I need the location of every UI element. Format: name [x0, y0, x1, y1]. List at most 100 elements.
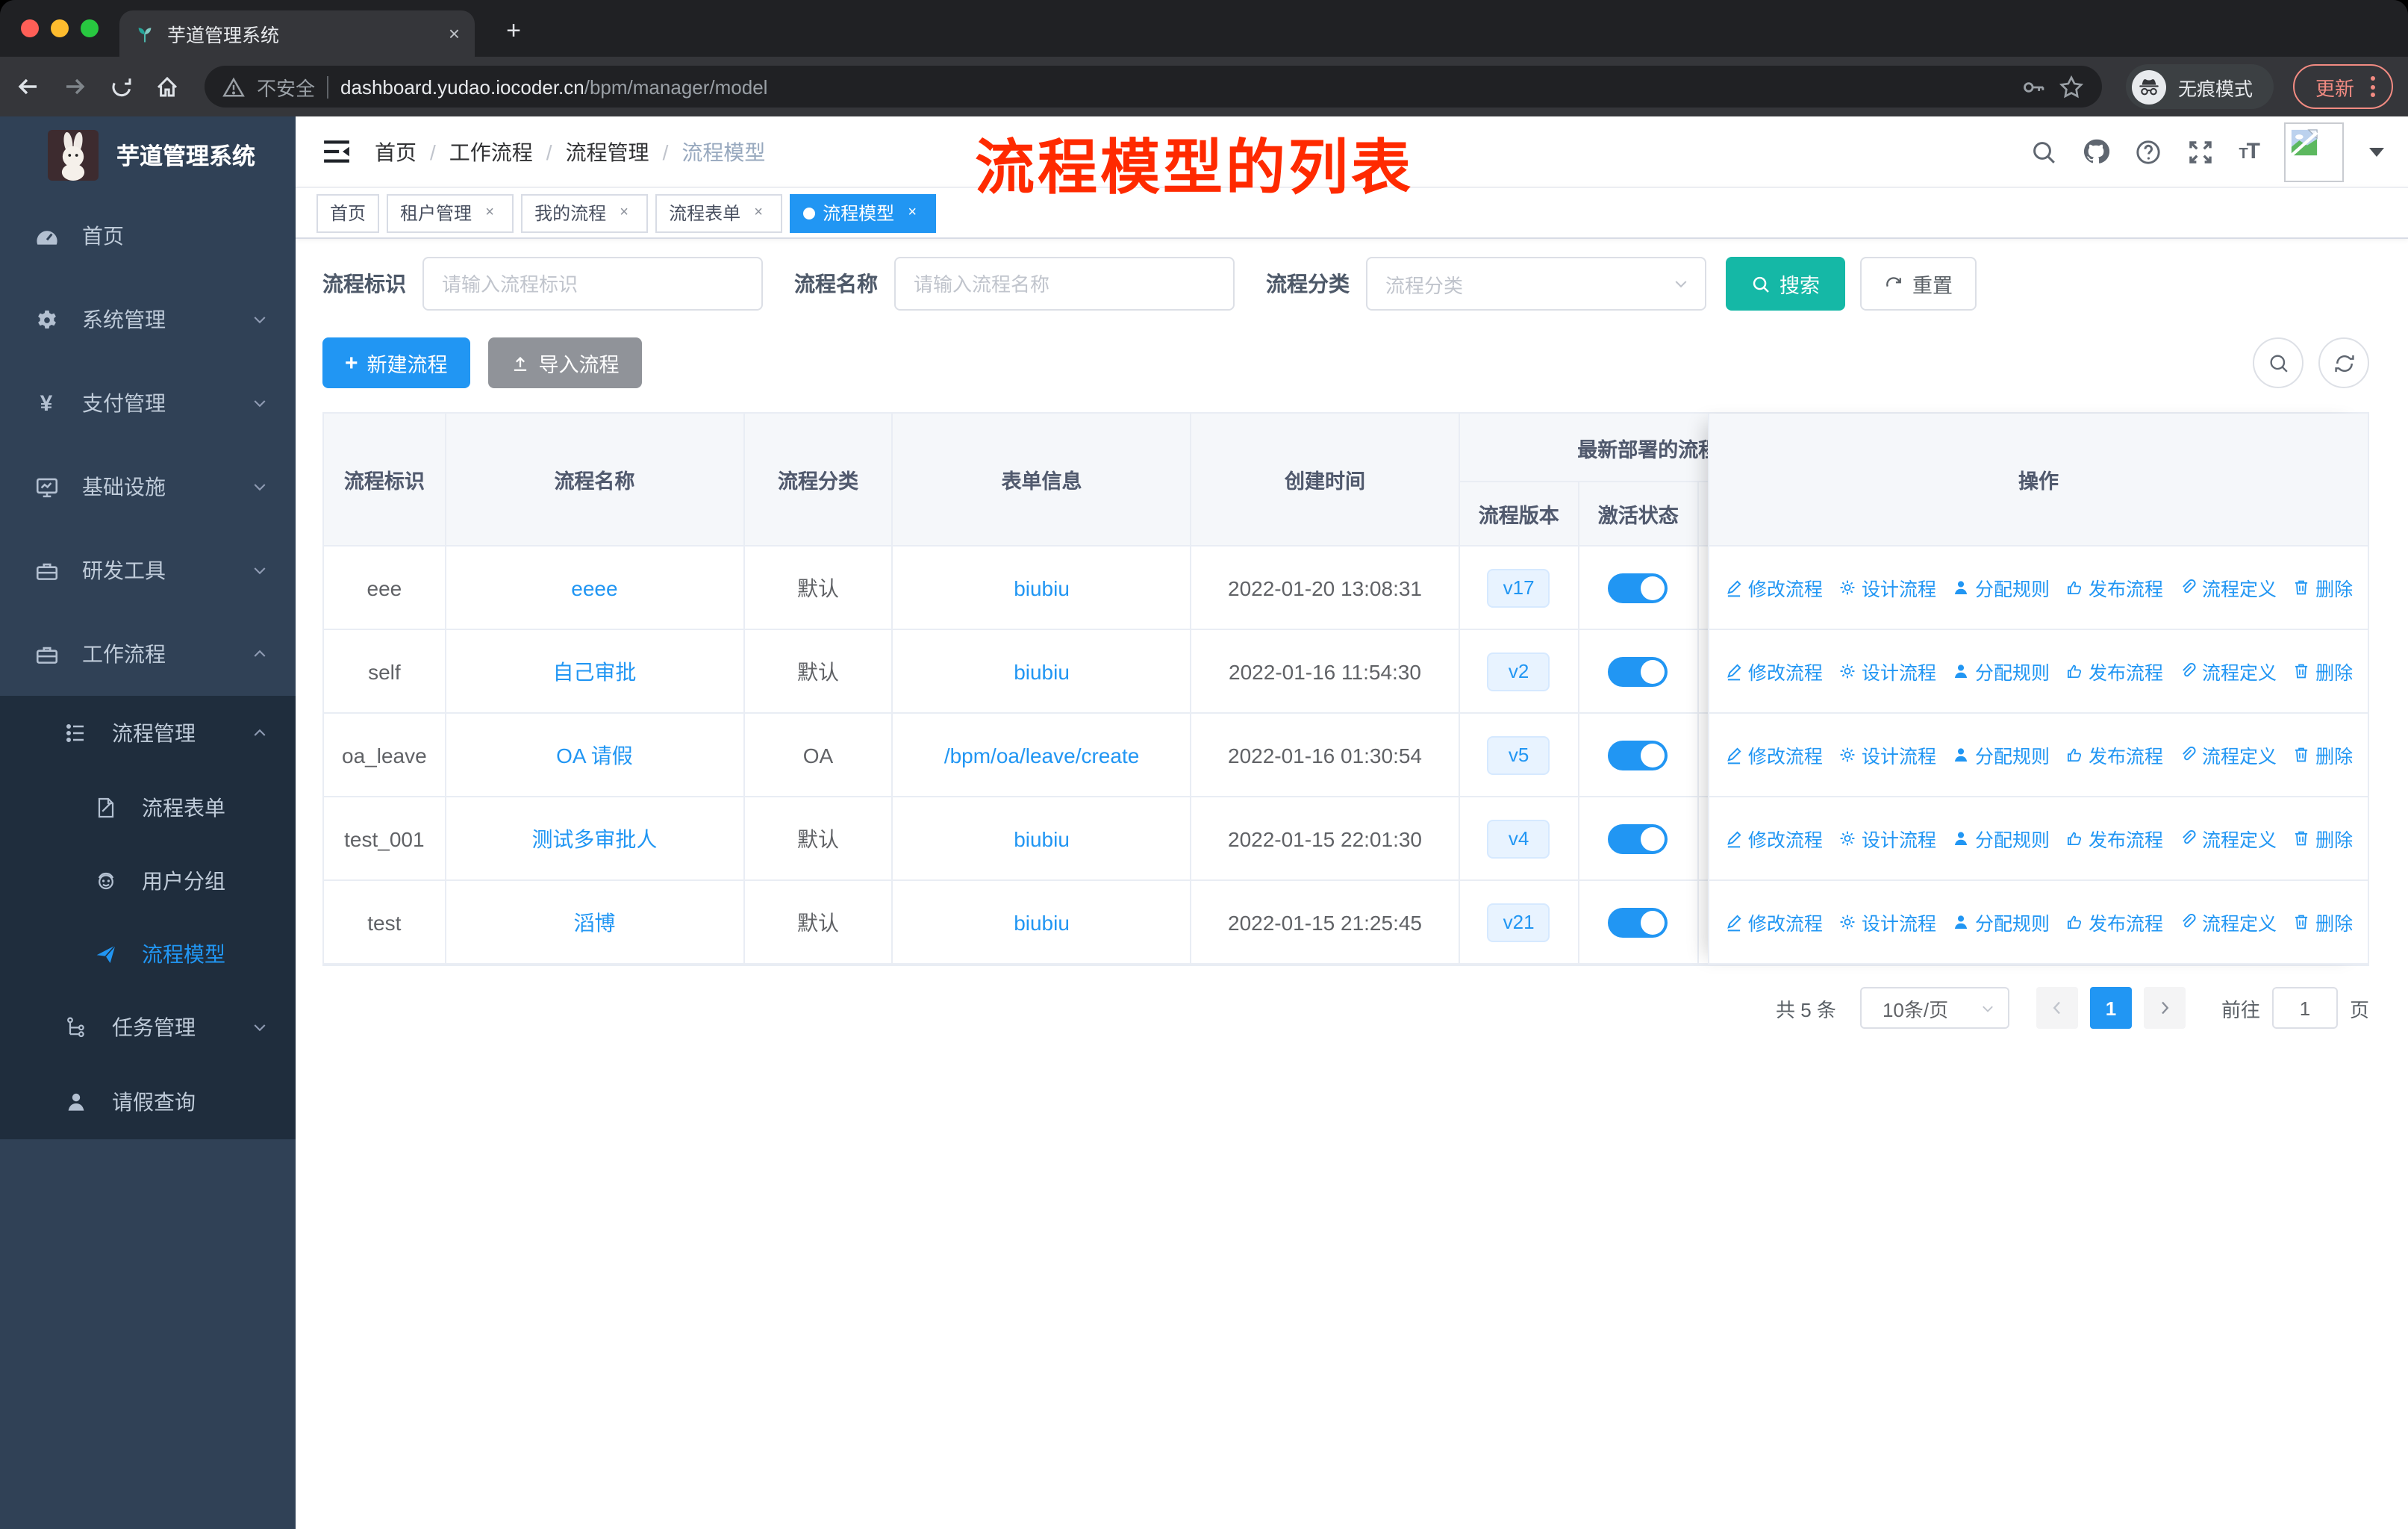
process-id-input[interactable] — [422, 257, 763, 311]
action-definition[interactable]: 流程定义 — [2178, 741, 2277, 769]
sidebar-item-user-group[interactable]: 用户分组 — [0, 844, 296, 917]
active-toggle[interactable] — [1608, 823, 1668, 853]
form-info-link[interactable]: biubiu — [1014, 910, 1070, 934]
import-process-button[interactable]: 导入流程 — [487, 337, 642, 388]
process-category-select[interactable]: 流程分类 — [1366, 257, 1706, 311]
current-page-button[interactable]: 1 — [2089, 987, 2132, 1029]
active-toggle[interactable] — [1608, 656, 1668, 686]
process-name-link[interactable]: OA 请假 — [556, 740, 633, 770]
breadcrumb-process-manage[interactable]: 流程管理 — [566, 137, 649, 166]
active-toggle[interactable] — [1608, 740, 1668, 770]
browser-tab[interactable]: 芋道管理系统 × — [119, 10, 475, 57]
process-name-link[interactable]: eeee — [571, 576, 617, 600]
action-design[interactable]: 设计流程 — [1838, 824, 1936, 853]
sidebar-item-home[interactable]: 首页 — [0, 194, 296, 278]
action-publish[interactable]: 发布流程 — [2065, 657, 2163, 685]
sidebar-fold-icon[interactable] — [322, 139, 351, 164]
tag-process-model[interactable]: 流程模型 × — [790, 193, 937, 232]
action-edit[interactable]: 修改流程 — [1724, 573, 1823, 602]
tag-process-form[interactable]: 流程表单 × — [655, 193, 783, 232]
page-size-select[interactable]: 10条/页 — [1859, 987, 2009, 1029]
show-search-button[interactable] — [2253, 337, 2303, 388]
tag-my-process[interactable]: 我的流程 × — [521, 193, 649, 232]
form-info-link[interactable]: biubiu — [1014, 576, 1070, 600]
header-search-icon[interactable] — [2030, 138, 2056, 165]
home-icon[interactable] — [154, 73, 181, 100]
key-icon[interactable] — [2021, 74, 2047, 99]
tag-home[interactable]: 首页 — [316, 193, 380, 232]
action-design[interactable]: 设计流程 — [1838, 657, 1936, 685]
sidebar-item-devtools[interactable]: 研发工具 — [0, 529, 296, 612]
action-design[interactable]: 设计流程 — [1838, 573, 1936, 602]
refresh-table-button[interactable] — [2318, 337, 2369, 388]
action-publish[interactable]: 发布流程 — [2065, 908, 2163, 936]
window-controls[interactable] — [21, 19, 99, 37]
action-definition[interactable]: 流程定义 — [2178, 573, 2277, 602]
sidebar-item-system[interactable]: 系统管理 — [0, 278, 296, 361]
back-icon[interactable] — [15, 73, 42, 100]
action-edit[interactable]: 修改流程 — [1724, 741, 1823, 769]
tab-close-icon[interactable]: × — [449, 22, 460, 45]
maximize-window-button[interactable] — [81, 19, 99, 37]
action-design[interactable]: 设计流程 — [1838, 908, 1936, 936]
action-assign-rules[interactable]: 分配规则 — [1951, 741, 2050, 769]
next-page-button[interactable] — [2143, 987, 2186, 1029]
github-icon[interactable] — [2082, 138, 2109, 165]
sidebar-item-leave-query[interactable]: 请假查询 — [0, 1065, 296, 1139]
close-window-button[interactable] — [21, 19, 39, 37]
action-assign-rules[interactable]: 分配规则 — [1951, 573, 2050, 602]
minimize-window-button[interactable] — [51, 19, 69, 37]
breadcrumb-workflow[interactable]: 工作流程 — [449, 137, 533, 166]
active-toggle[interactable] — [1608, 907, 1668, 937]
process-name-link[interactable]: 滔博 — [573, 907, 615, 937]
forward-icon[interactable] — [61, 73, 88, 100]
breadcrumb-home[interactable]: 首页 — [375, 137, 417, 166]
browser-menu-icon[interactable] — [2371, 76, 2375, 97]
prev-page-button[interactable] — [2036, 987, 2078, 1029]
process-name-input[interactable] — [894, 257, 1235, 311]
sidebar-item-payment[interactable]: ¥ 支付管理 — [0, 361, 296, 445]
action-publish[interactable]: 发布流程 — [2065, 573, 2163, 602]
reset-button[interactable]: 重置 — [1860, 257, 1977, 311]
help-icon[interactable] — [2134, 138, 2161, 165]
tag-close-icon[interactable]: × — [748, 202, 769, 223]
form-info-link[interactable]: biubiu — [1014, 826, 1070, 850]
action-delete[interactable]: 删除 — [2292, 657, 2353, 685]
bookmark-star-icon[interactable] — [2059, 74, 2084, 99]
action-edit[interactable]: 修改流程 — [1724, 657, 1823, 685]
action-definition[interactable]: 流程定义 — [2178, 657, 2277, 685]
form-info-link[interactable]: /bpm/oa/leave/create — [944, 743, 1140, 767]
sidebar-item-infra[interactable]: 基础设施 — [0, 445, 296, 529]
sidebar-item-workflow[interactable]: 工作流程 — [0, 612, 296, 696]
action-edit[interactable]: 修改流程 — [1724, 908, 1823, 936]
create-process-button[interactable]: + 新建流程 — [322, 337, 470, 388]
action-assign-rules[interactable]: 分配规则 — [1951, 657, 2050, 685]
action-design[interactable]: 设计流程 — [1838, 741, 1936, 769]
sidebar-item-process-form[interactable]: 流程表单 — [0, 770, 296, 844]
action-delete[interactable]: 删除 — [2292, 573, 2353, 602]
url-bar[interactable]: 不安全 dashboard.yudao.iocoder.cn/bpm/manag… — [205, 66, 2102, 108]
action-publish[interactable]: 发布流程 — [2065, 824, 2163, 853]
action-publish[interactable]: 发布流程 — [2065, 741, 2163, 769]
tag-close-icon[interactable]: × — [479, 202, 500, 223]
new-tab-button[interactable]: + — [496, 13, 531, 49]
sidebar-item-process-manage[interactable]: 流程管理 — [0, 696, 296, 770]
action-delete[interactable]: 删除 — [2292, 908, 2353, 936]
update-button[interactable]: 更新 — [2292, 64, 2393, 109]
sidebar-item-task-manage[interactable]: 任务管理 — [0, 990, 296, 1065]
reload-icon[interactable] — [107, 73, 134, 100]
tag-tenant-manage[interactable]: 租户管理 × — [387, 193, 514, 232]
action-edit[interactable]: 修改流程 — [1724, 824, 1823, 853]
fullscreen-icon[interactable] — [2186, 138, 2213, 165]
search-button[interactable]: 搜索 — [1726, 257, 1845, 311]
process-name-link[interactable]: 测试多审批人 — [531, 823, 657, 853]
active-toggle[interactable] — [1608, 573, 1668, 602]
form-info-link[interactable]: biubiu — [1014, 659, 1070, 683]
action-assign-rules[interactable]: 分配规则 — [1951, 908, 2050, 936]
action-delete[interactable]: 删除 — [2292, 741, 2353, 769]
action-definition[interactable]: 流程定义 — [2178, 824, 2277, 853]
goto-page-input[interactable] — [2271, 987, 2338, 1029]
font-size-icon[interactable]: TT — [2239, 139, 2260, 164]
avatar-caret-icon[interactable] — [2369, 147, 2384, 156]
avatar[interactable] — [2284, 122, 2344, 181]
